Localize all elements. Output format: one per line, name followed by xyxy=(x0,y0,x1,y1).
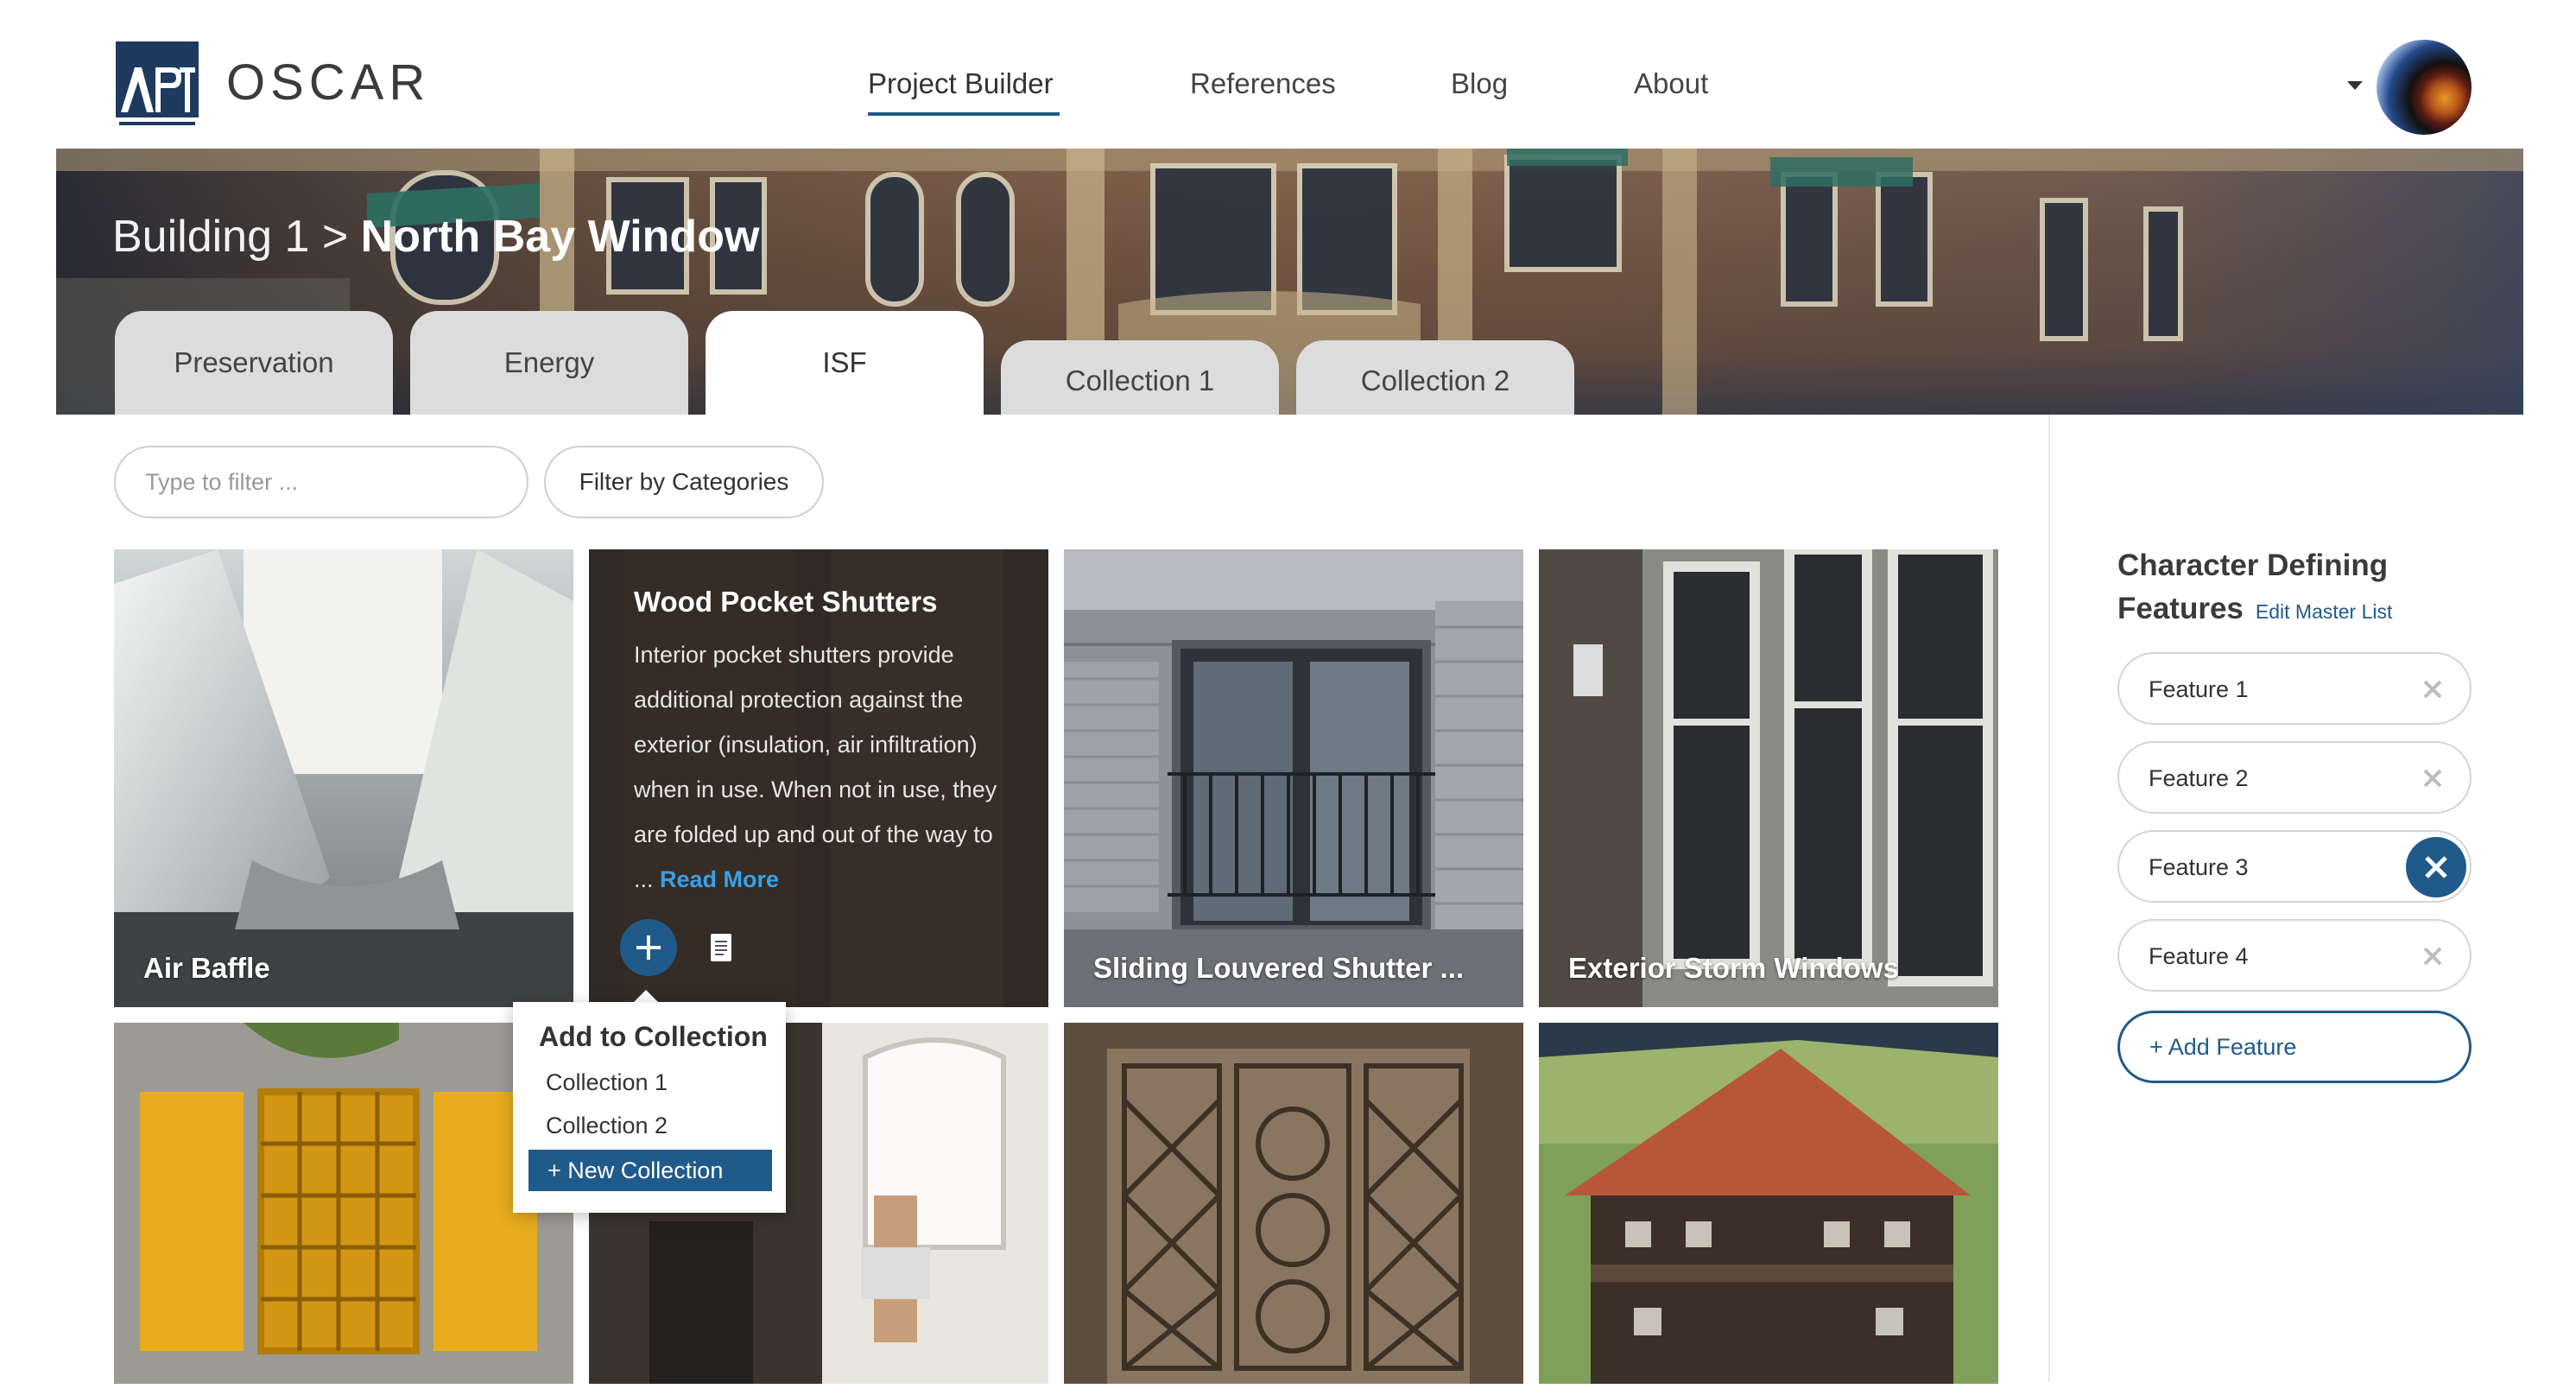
feature-label: Feature 1 xyxy=(2149,676,2249,702)
feature-pill-3[interactable]: Feature 3 xyxy=(2117,830,2472,903)
tab-energy[interactable]: Energy xyxy=(410,311,688,415)
card-description-text: Interior pocket shutters provide additio… xyxy=(634,642,997,892)
nav-blog[interactable]: Blog xyxy=(1451,67,1508,100)
farmhouse-image xyxy=(1539,1023,1998,1384)
nav-project-builder[interactable]: Project Builder xyxy=(868,67,1054,100)
card-title: Sliding Louvered Shutter ... xyxy=(1093,952,1465,984)
card-sliding-louvered-shutter[interactable]: Sliding Louvered Shutter ... xyxy=(1064,549,1523,1007)
nav-about[interactable]: About xyxy=(1634,67,1708,100)
add-to-collection-button[interactable] xyxy=(620,919,677,976)
filter-input[interactable] xyxy=(114,446,528,518)
brand-name[interactable]: OSCAR xyxy=(226,54,430,111)
tab-preservation[interactable]: Preservation xyxy=(115,311,393,415)
feature-label: Feature 2 xyxy=(2149,765,2249,791)
user-avatar[interactable] xyxy=(2377,40,2472,135)
card-farmhouse[interactable] xyxy=(1539,1023,1998,1384)
feature-pill-2[interactable]: Feature 2 xyxy=(2117,741,2472,814)
nav-references[interactable]: References xyxy=(1190,67,1336,100)
add-feature-button[interactable]: + Add Feature xyxy=(2117,1011,2472,1083)
remove-feature-icon[interactable] xyxy=(2416,762,2449,795)
feature-pill-1[interactable]: Feature 1 xyxy=(2117,652,2472,725)
feature-label: Feature 3 xyxy=(2149,854,2249,880)
add-to-collection-popover: Add to Collection Collection 1 Collectio… xyxy=(513,1002,786,1213)
feature-pill-4[interactable]: Feature 4 xyxy=(2117,919,2472,992)
card-title: Exterior Storm Windows xyxy=(1568,952,1899,984)
document-icon[interactable] xyxy=(710,933,732,962)
filter-by-categories-button[interactable]: Filter by Categories xyxy=(544,446,824,518)
card-title: Wood Pocket Shutters xyxy=(634,586,938,618)
breadcrumb-current: North Bay Window xyxy=(360,212,760,262)
remove-feature-icon[interactable] xyxy=(2416,940,2449,973)
sidebar-title-features: Features xyxy=(2117,592,2244,625)
remove-feature-icon[interactable] xyxy=(2406,837,2466,897)
feature-label: Feature 4 xyxy=(2149,943,2249,969)
edit-master-list-link[interactable]: Edit Master List xyxy=(2256,600,2393,623)
breadcrumb-parent[interactable]: Building 1 xyxy=(112,212,309,262)
breadcrumb: Building 1 > North Bay Window xyxy=(112,211,759,263)
card-yellow-shutters[interactable] xyxy=(114,1023,573,1384)
popover-arrow xyxy=(634,990,658,1002)
card-title: Air Baffle xyxy=(143,952,270,984)
account-dropdown-icon[interactable] xyxy=(2347,81,2363,90)
sidebar-title: Character Defining Features Edit Master L… xyxy=(2117,544,2392,633)
nav-active-indicator xyxy=(868,112,1060,116)
apt-logo[interactable] xyxy=(116,41,199,131)
new-collection-button[interactable]: + New Collection xyxy=(528,1150,772,1191)
popover-title: Add to Collection xyxy=(539,1021,768,1052)
popover-item-collection-1[interactable]: Collection 1 xyxy=(546,1069,668,1096)
card-wood-pocket-shutters[interactable]: Wood Pocket Shutters Interior pocket shu… xyxy=(589,549,1048,1007)
card-description: Interior pocket shutters provide additio… xyxy=(634,632,1014,902)
sidebar-divider xyxy=(2048,415,2050,1382)
hero-banner: Building 1 > North Bay Window Preservati… xyxy=(56,149,2523,415)
lattice-screen-image xyxy=(1064,1023,1523,1384)
sidebar-title-line2: Features Edit Master List xyxy=(2117,587,2392,633)
tab-collection-1[interactable]: Collection 1 xyxy=(1001,340,1279,415)
plus-icon xyxy=(636,935,661,960)
tab-collection-2[interactable]: Collection 2 xyxy=(1296,340,1574,415)
top-header: OSCAR Project Builder References Blog Ab… xyxy=(0,0,2576,149)
yellow-shutters-image xyxy=(114,1023,573,1384)
breadcrumb-separator: > xyxy=(321,212,349,262)
card-air-baffle[interactable]: Air Baffle xyxy=(114,549,573,1007)
card-lattice-screen[interactable] xyxy=(1064,1023,1523,1384)
sliding-louvered-shutter-image xyxy=(1064,549,1523,1007)
card-exterior-storm-windows[interactable]: Exterior Storm Windows xyxy=(1539,549,1998,1007)
air-baffle-image xyxy=(114,549,573,1007)
read-more-link[interactable]: Read More xyxy=(660,866,779,892)
popover-item-collection-2[interactable]: Collection 2 xyxy=(546,1113,668,1139)
tab-isf[interactable]: ISF xyxy=(706,311,984,415)
exterior-storm-windows-image xyxy=(1539,549,1998,1007)
sidebar-title-line1: Character Defining xyxy=(2117,548,2389,582)
apt-logo-icon xyxy=(116,41,199,131)
remove-feature-icon[interactable] xyxy=(2416,673,2449,706)
